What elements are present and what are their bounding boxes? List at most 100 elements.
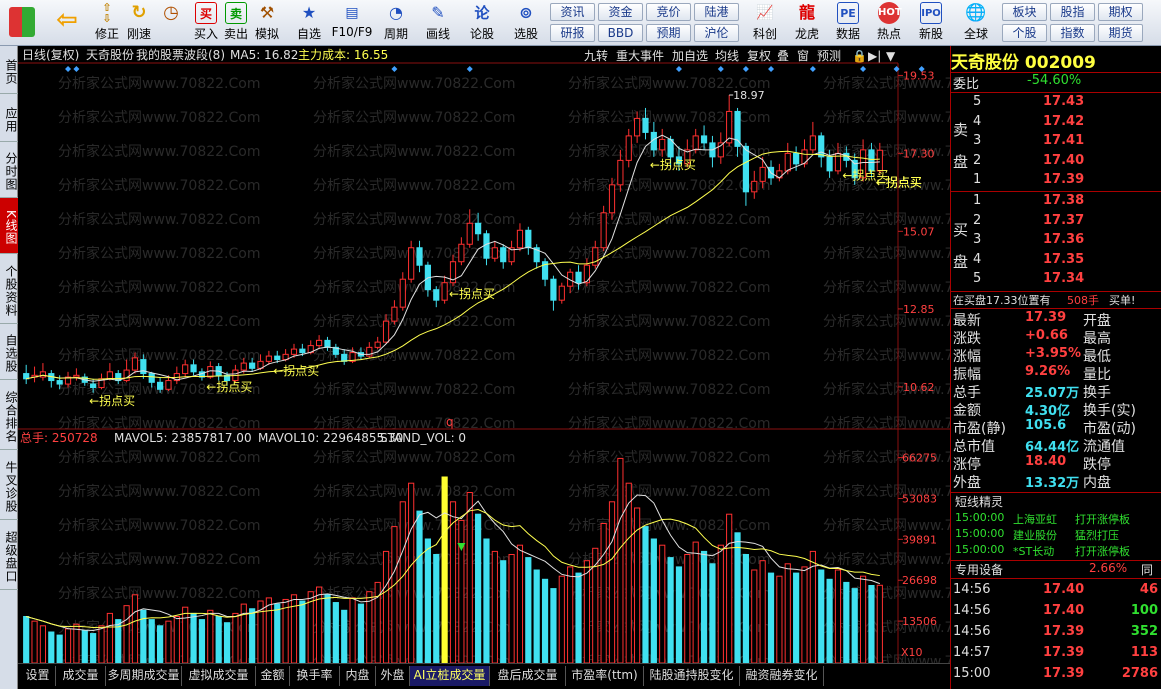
volume-bar[interactable]	[608, 501, 616, 663]
candle-body[interactable]	[525, 229, 532, 249]
volume-bar[interactable]	[223, 622, 231, 663]
candle-body[interactable]	[475, 222, 482, 235]
candle-body[interactable]	[416, 247, 423, 266]
grid-icon[interactable]	[4, 2, 40, 44]
news-button[interactable]: 资讯	[550, 3, 595, 21]
chart-button-3[interactable]: 均线	[715, 49, 739, 63]
volume-bar[interactable]	[541, 578, 549, 663]
candle-body[interactable]	[600, 212, 607, 249]
event-diamond-icon[interactable]	[893, 66, 900, 72]
candle-body[interactable]	[123, 369, 130, 382]
volume-bar[interactable]	[341, 609, 348, 663]
candle-body[interactable]	[793, 152, 800, 165]
draw-button[interactable]: ✎ 画线	[420, 2, 456, 44]
volume-bar[interactable]	[767, 572, 775, 663]
sprite-stock[interactable]: 建业股份	[1013, 527, 1057, 543]
volume-bar[interactable]	[332, 602, 339, 663]
event-diamond-icon[interactable]	[768, 66, 775, 72]
forum2-button[interactable]: 股指	[1050, 3, 1095, 21]
volume-bar[interactable]	[575, 572, 582, 663]
candle-body[interactable]	[391, 306, 398, 322]
volume-bar[interactable]	[491, 550, 498, 663]
indicator-tab-12[interactable]: 融资融券变化	[740, 666, 824, 686]
indicator-tab-8[interactable]: AI立桩成交量	[410, 666, 490, 686]
volume-bar[interactable]	[650, 538, 657, 663]
volume-bar[interactable]	[466, 492, 473, 664]
back-arrow-icon[interactable]: ⇦	[52, 2, 82, 44]
indicator-tab-11[interactable]: 陆股通持股变化	[644, 666, 740, 686]
volume-bar[interactable]	[843, 581, 850, 663]
candle-body[interactable]	[659, 138, 666, 151]
chart-button-2[interactable]: 加自选	[672, 49, 708, 63]
chart-button-0[interactable]: 九转	[584, 48, 608, 63]
candle-body[interactable]	[818, 135, 825, 158]
candle-body[interactable]	[156, 381, 164, 390]
auction-button[interactable]: 竞价	[646, 3, 691, 21]
candle-body[interactable]	[558, 285, 565, 301]
fund-button[interactable]: 资金	[598, 3, 643, 21]
global-button[interactable]: 🌐 全球	[956, 2, 996, 44]
volume-bar[interactable]	[182, 606, 189, 663]
candle-body[interactable]	[265, 355, 272, 362]
volume-bar[interactable]	[550, 588, 557, 663]
index-button[interactable]: 指数	[1050, 24, 1095, 42]
indicator-tab-1[interactable]: 成交量	[56, 666, 106, 686]
volume-bar[interactable]	[408, 482, 415, 663]
volume-bar[interactable]	[232, 612, 239, 663]
candle-body[interactable]	[717, 142, 724, 158]
data-button[interactable]: PE 数据	[830, 2, 866, 44]
candle-body[interactable]	[550, 278, 557, 301]
indicator-tab-6[interactable]: 内盘	[340, 666, 376, 686]
volume-bar[interactable]	[433, 554, 440, 664]
shanghai-london-button[interactable]: 沪伦	[694, 24, 739, 42]
candle-body[interactable]	[516, 229, 524, 249]
volume-bar[interactable]	[391, 526, 398, 663]
volume-bar[interactable]	[207, 609, 214, 663]
volume-bar[interactable]	[692, 541, 699, 663]
event-diamond-icon[interactable]	[675, 66, 682, 72]
indicator-tab-0[interactable]: 设置	[20, 666, 56, 686]
candle-body[interactable]	[56, 380, 63, 385]
tab-stock-info[interactable]: 个股资料	[0, 254, 18, 324]
chart-button-7[interactable]: 预测	[817, 49, 841, 63]
candle-body[interactable]	[826, 156, 833, 172]
event-markers[interactable]	[65, 66, 925, 72]
volume-bar[interactable]	[742, 554, 750, 664]
candle-body[interactable]	[642, 117, 649, 133]
volume-bar[interactable]	[801, 566, 808, 663]
event-diamond-icon[interactable]	[717, 66, 724, 72]
candle-body[interactable]	[382, 320, 390, 343]
candle-body[interactable]	[316, 339, 323, 347]
volume-bar[interactable]	[73, 623, 80, 663]
stock-button[interactable]: 个股	[1002, 24, 1047, 42]
volume-bar[interactable]	[249, 608, 256, 663]
volume-bar[interactable]	[198, 619, 206, 663]
tab-ranking[interactable]: 综合排名	[0, 380, 18, 450]
candle-body[interactable]	[583, 264, 590, 284]
f10-button[interactable]: ▤ F10/F9	[330, 2, 374, 44]
volume-bar[interactable]	[659, 544, 666, 663]
volume-bar[interactable]	[483, 538, 490, 663]
candle-body[interactable]	[634, 117, 641, 137]
refresh-button[interactable]: ↻ 刚速	[124, 2, 154, 44]
menu-icon[interactable]: ▼	[886, 49, 896, 63]
candle-body[interactable]	[491, 247, 498, 259]
tab-diagnosis[interactable]: 牛叉诊股	[0, 450, 18, 520]
volume-bar[interactable]	[131, 594, 139, 663]
volume-bar[interactable]	[826, 578, 833, 663]
expand-icon[interactable]: ▶|	[868, 49, 881, 63]
candle-body[interactable]	[106, 371, 113, 380]
buy-button[interactable]: 买买入	[192, 2, 220, 44]
volume-bar[interactable]	[700, 550, 708, 663]
up-down-icon[interactable]: ⇧ ⇩ 修正	[92, 2, 122, 44]
volume-bar[interactable]	[190, 612, 197, 663]
candle-body[interactable]	[399, 278, 406, 308]
tab-apps[interactable]: 应用	[0, 94, 18, 142]
volume-bar[interactable]	[148, 619, 155, 663]
sector-button[interactable]: 板块	[1002, 3, 1047, 21]
indicator-tab-3[interactable]: 虚拟成交量	[182, 666, 256, 686]
volume-bar[interactable]	[156, 625, 164, 663]
candle-body[interactable]	[751, 180, 758, 193]
simulate-button[interactable]: ⚒ 模拟	[252, 2, 282, 44]
volume-bar[interactable]	[625, 482, 632, 663]
